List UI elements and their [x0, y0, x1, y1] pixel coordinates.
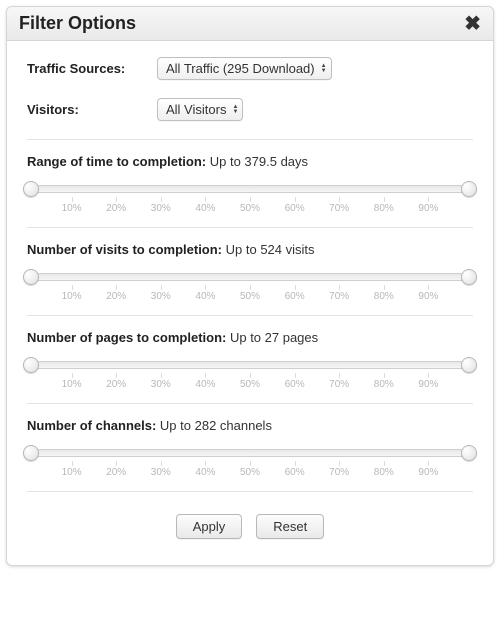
visits-slider-label: Number of visits to completion: [27, 242, 222, 257]
pages-slider-track[interactable] [27, 355, 473, 375]
tick-label: 50% [240, 291, 260, 302]
tick-label: 40% [195, 467, 215, 478]
tick-label: 20% [106, 379, 126, 390]
tick-label: 20% [106, 291, 126, 302]
tick-label: 90% [418, 291, 438, 302]
tick-label: 10% [62, 291, 82, 302]
pages-slider-handle-low[interactable] [23, 357, 39, 373]
traffic-sources-value: All Traffic (295 Download) [166, 61, 315, 76]
reset-button[interactable]: Reset [256, 514, 324, 539]
tick-label: 20% [106, 467, 126, 478]
tick-label: 70% [329, 291, 349, 302]
tick-label: 80% [374, 291, 394, 302]
divider [27, 491, 473, 492]
channels-slider-label: Number of channels: [27, 418, 156, 433]
tick-label: 70% [329, 379, 349, 390]
time-slider-handle-low[interactable] [23, 181, 39, 197]
tick-label: 60% [285, 467, 305, 478]
traffic-sources-row: Traffic Sources: All Traffic (295 Downlo… [27, 57, 473, 80]
dialog-title: Filter Options [19, 13, 136, 34]
select-arrows-icon: ▲▼ [321, 64, 327, 74]
visits-slider-block: Number of visits to completion: Up to 52… [27, 242, 473, 316]
tick-label: 10% [62, 467, 82, 478]
channels-slider-handle-low[interactable] [23, 445, 39, 461]
tick-label: 50% [240, 379, 260, 390]
time-slider-label: Range of time to completion: [27, 154, 206, 169]
tick-label: 60% [285, 379, 305, 390]
tick-label: 30% [151, 379, 171, 390]
tick-label: 10% [62, 379, 82, 390]
visitors-label: Visitors: [27, 102, 157, 117]
pages-slider-block: Number of pages to completion: Up to 27 … [27, 330, 473, 404]
channels-slider-ticks: 10% 20% 30% 40% 50% 60% 70% 80% 90% [27, 465, 473, 483]
divider [27, 315, 473, 316]
visits-slider-head: Number of visits to completion: Up to 52… [27, 242, 473, 257]
slider-rail [27, 361, 473, 369]
channels-slider-track[interactable] [27, 443, 473, 463]
filter-options-dialog: Filter Options ✖ Traffic Sources: All Tr… [6, 6, 494, 566]
tick-label: 70% [329, 467, 349, 478]
time-slider-handle-high[interactable] [461, 181, 477, 197]
dialog-titlebar: Filter Options ✖ [7, 7, 493, 41]
tick-label: 80% [374, 379, 394, 390]
visitors-value: All Visitors [166, 102, 226, 117]
channels-slider-head: Number of channels: Up to 282 channels [27, 418, 473, 433]
tick-label: 10% [62, 203, 82, 214]
channels-slider-handle-high[interactable] [461, 445, 477, 461]
pages-slider-head: Number of pages to completion: Up to 27 … [27, 330, 473, 345]
tick-label: 50% [240, 467, 260, 478]
pages-slider-ticks: 10% 20% 30% 40% 50% 60% 70% 80% 90% [27, 377, 473, 395]
tick-label: 80% [374, 467, 394, 478]
visits-slider-handle-low[interactable] [23, 269, 39, 285]
slider-rail [27, 449, 473, 457]
visits-slider-ticks: 10% 20% 30% 40% 50% 60% 70% 80% 90% [27, 289, 473, 307]
time-slider-block: Range of time to completion: Up to 379.5… [27, 154, 473, 228]
tick-label: 30% [151, 291, 171, 302]
tick-label: 90% [418, 467, 438, 478]
pages-slider-value: Up to 27 pages [230, 330, 318, 345]
tick-label: 40% [195, 203, 215, 214]
tick-label: 90% [418, 203, 438, 214]
time-slider-value: Up to 379.5 days [210, 154, 308, 169]
divider [27, 139, 473, 140]
time-slider-ticks: 10% 20% 30% 40% 50% 60% 70% 80% 90% [27, 201, 473, 219]
slider-rail [27, 273, 473, 281]
time-slider-track[interactable] [27, 179, 473, 199]
tick-label: 30% [151, 467, 171, 478]
tick-label: 90% [418, 379, 438, 390]
dialog-content: Traffic Sources: All Traffic (295 Downlo… [7, 41, 493, 565]
close-icon[interactable]: ✖ [462, 14, 483, 34]
visitors-row: Visitors: All Visitors ▲▼ [27, 98, 473, 121]
channels-slider-block: Number of channels: Up to 282 channels 10… [27, 418, 473, 492]
tick-label: 60% [285, 203, 305, 214]
tick-label: 60% [285, 291, 305, 302]
visits-slider-value: Up to 524 visits [226, 242, 315, 257]
tick-label: 40% [195, 291, 215, 302]
tick-label: 30% [151, 203, 171, 214]
visits-slider-track[interactable] [27, 267, 473, 287]
tick-label: 50% [240, 203, 260, 214]
traffic-sources-label: Traffic Sources: [27, 61, 157, 76]
tick-label: 70% [329, 203, 349, 214]
pages-slider-label: Number of pages to completion: [27, 330, 226, 345]
tick-label: 40% [195, 379, 215, 390]
tick-label: 20% [106, 203, 126, 214]
visitors-select[interactable]: All Visitors ▲▼ [157, 98, 243, 121]
pages-slider-handle-high[interactable] [461, 357, 477, 373]
tick-label: 80% [374, 203, 394, 214]
time-slider-head: Range of time to completion: Up to 379.5… [27, 154, 473, 169]
select-arrows-icon: ▲▼ [232, 105, 238, 115]
channels-slider-value: Up to 282 channels [160, 418, 272, 433]
slider-rail [27, 185, 473, 193]
apply-button[interactable]: Apply [176, 514, 243, 539]
dialog-buttons: Apply Reset [27, 506, 473, 553]
visits-slider-handle-high[interactable] [461, 269, 477, 285]
divider [27, 227, 473, 228]
divider [27, 403, 473, 404]
traffic-sources-select[interactable]: All Traffic (295 Download) ▲▼ [157, 57, 332, 80]
